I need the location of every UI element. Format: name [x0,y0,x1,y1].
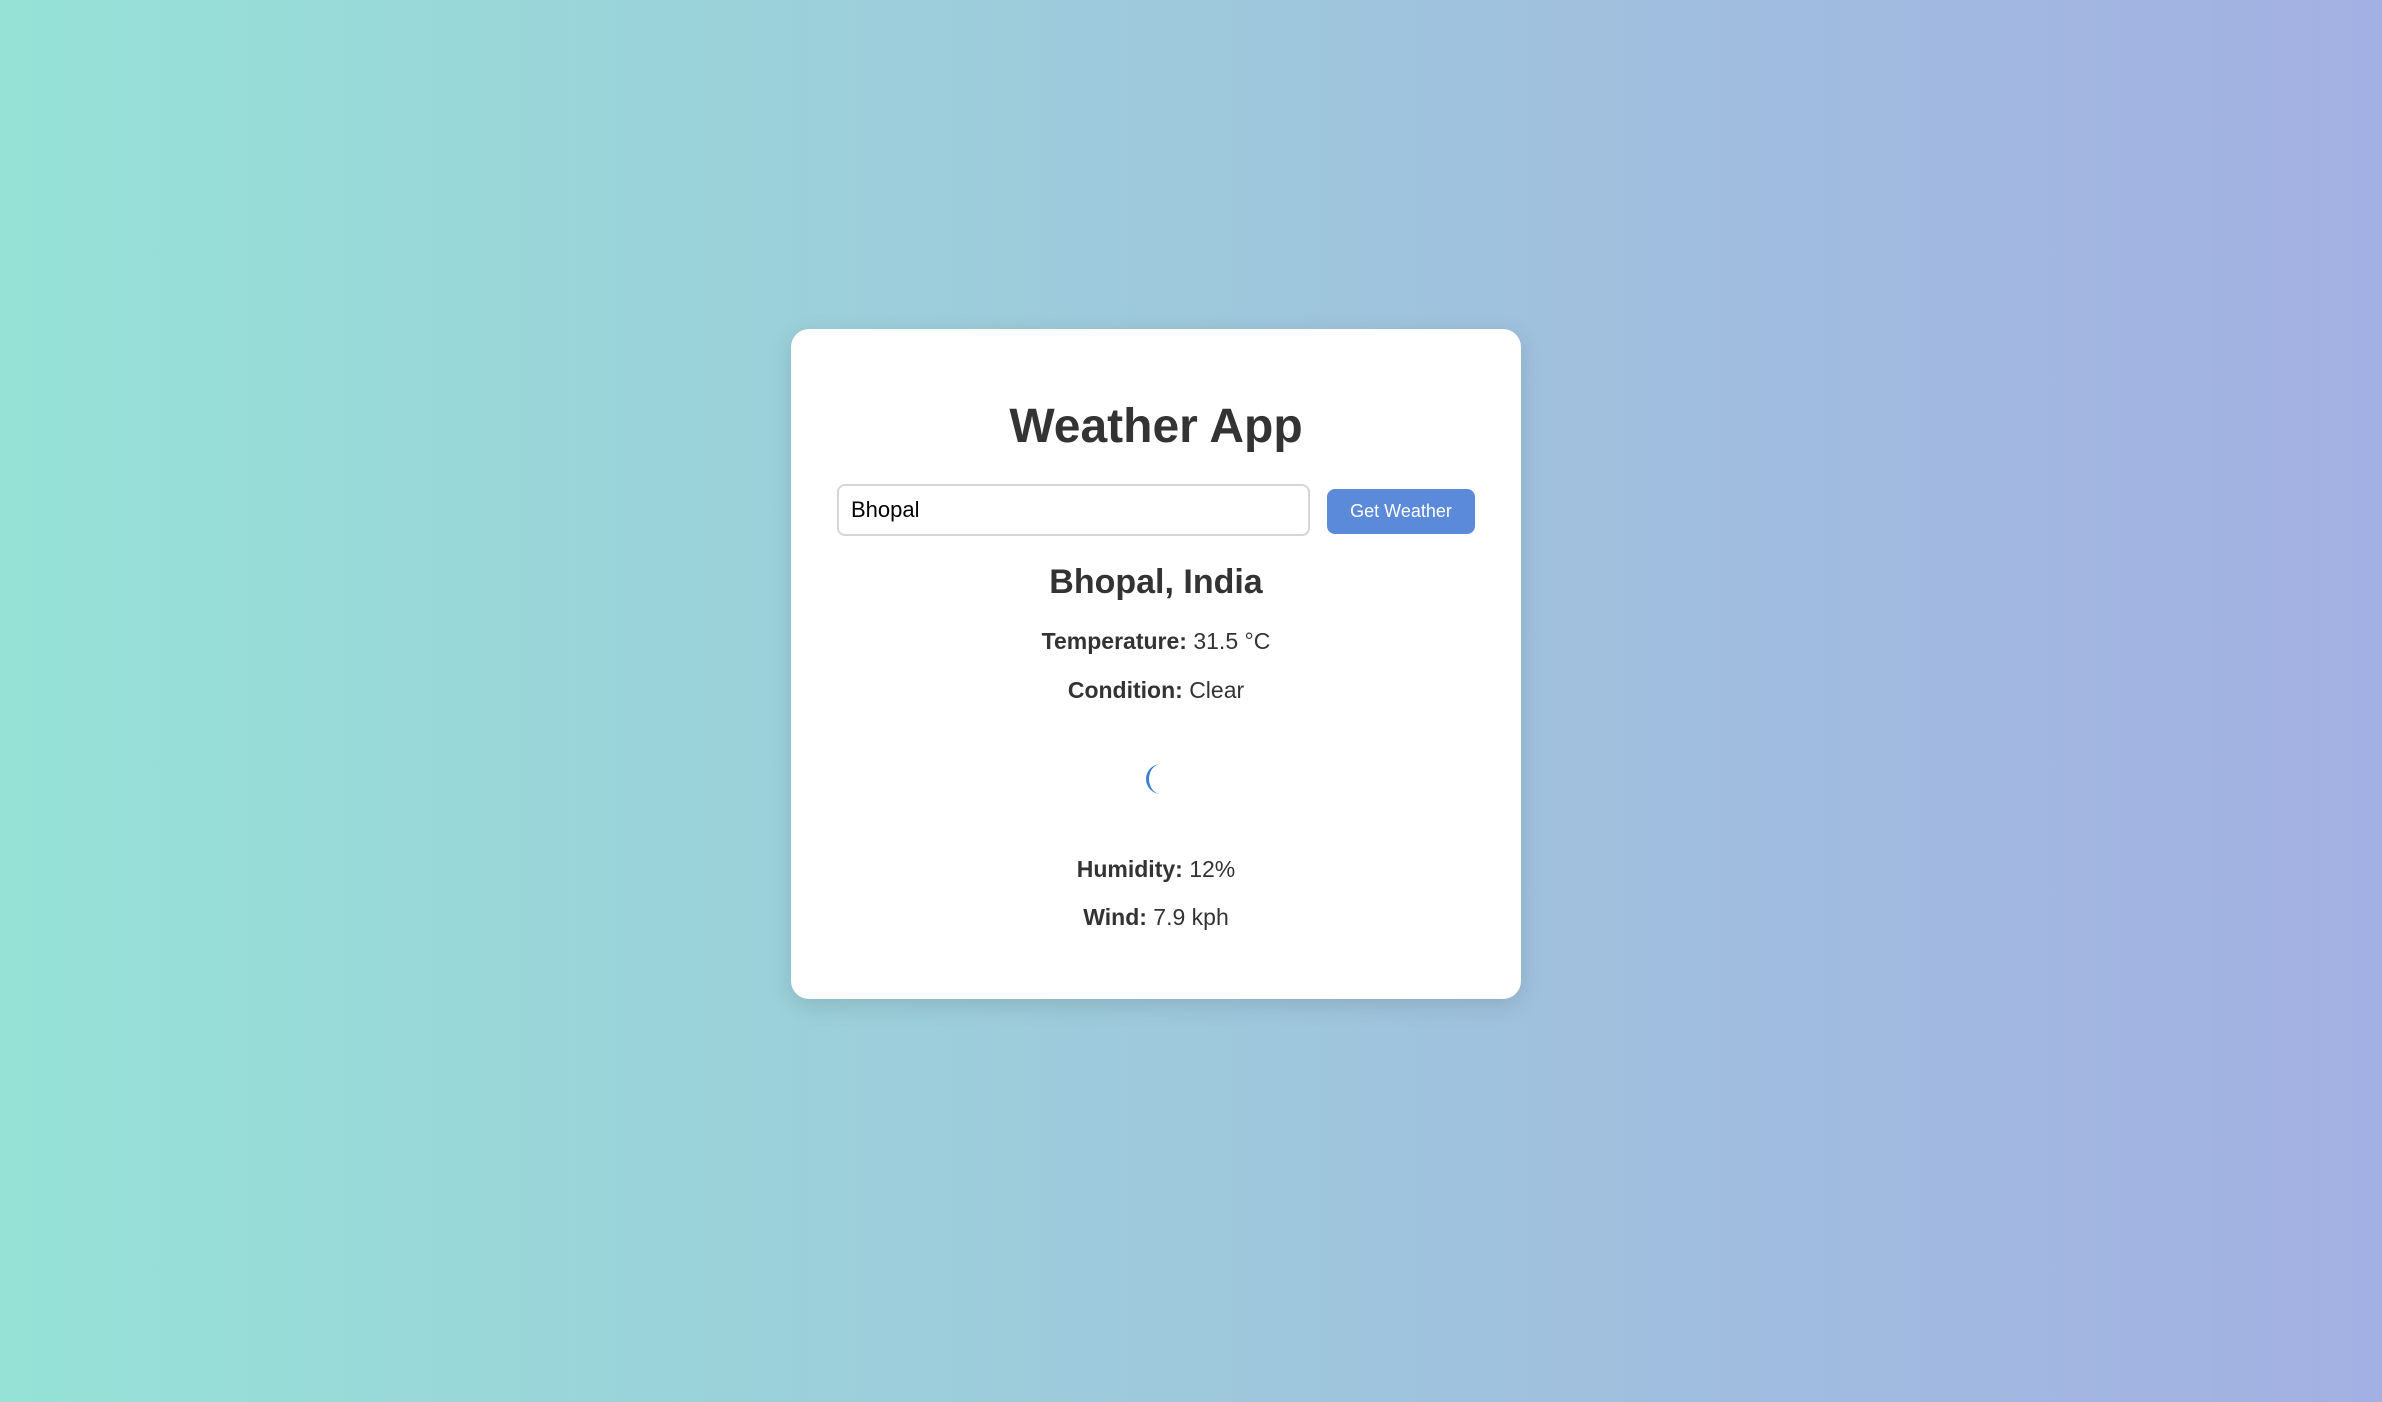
temperature-row: Temperature: 31.5 °C [791,626,1521,656]
get-weather-button[interactable]: Get Weather [1327,489,1475,534]
weather-card: Weather App Get Weather Bhopal, India Te… [791,329,1521,999]
humidity-value: 12% [1189,856,1236,882]
condition-label: Condition: [1067,677,1183,703]
moon-icon [1136,759,1176,799]
wind-value: 7.9 kph [1153,904,1229,930]
city-search-input[interactable] [837,484,1310,536]
temperature-value: 31.5 °C [1193,628,1271,654]
wind-label: Wind: [1083,904,1147,930]
condition-value: Clear [1189,677,1245,703]
wind-row: Wind: 7.9 kph [791,902,1521,932]
humidity-row: Humidity: 12% [791,854,1521,884]
temperature-label: Temperature: [1041,628,1187,654]
app-title: Weather App [1009,400,1303,453]
condition-row: Condition: Clear [791,675,1521,705]
humidity-label: Humidity: [1076,856,1183,882]
location-heading: Bhopal, India [1049,563,1263,601]
search-row: Get Weather [837,484,1475,536]
